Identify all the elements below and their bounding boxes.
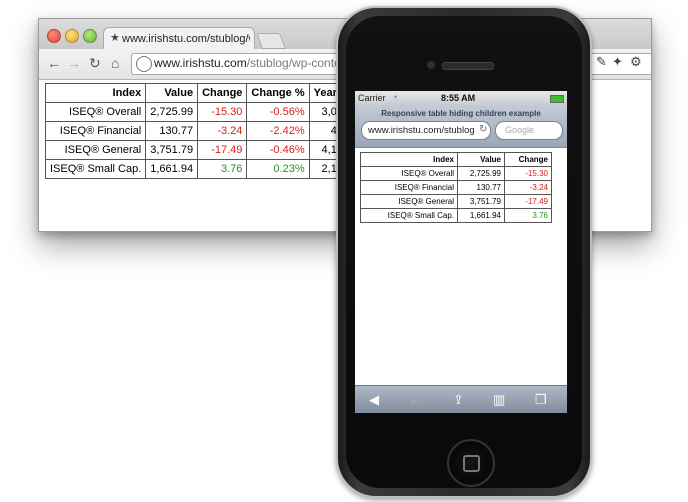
cell-change-pct: -0.56% bbox=[246, 102, 310, 122]
cell-change: -15.30 bbox=[504, 166, 552, 181]
table-row: ISEQ® General 3,751.79 -17.49 -0.46% 4,1… bbox=[44, 140, 386, 160]
extension-icon[interactable]: ✎ bbox=[596, 54, 607, 70]
cell-index: ISEQ® Overall bbox=[360, 166, 458, 181]
col-header-value: Value bbox=[145, 83, 199, 103]
cell-change-pct: -0.46% bbox=[246, 140, 310, 160]
mobile-page-title: Responsive table hiding children example bbox=[381, 109, 541, 118]
cell-value: 1,661.94 bbox=[145, 159, 199, 179]
mobile-search-placeholder: Google bbox=[505, 125, 535, 135]
desktop-index-table: Index Value Change Change % Year High Y … bbox=[44, 83, 386, 179]
table-header-row: Index Value Change Change % Year High Y bbox=[44, 83, 386, 103]
cell-change-pct: -2.42% bbox=[246, 121, 310, 141]
mobile-reload-icon[interactable]: ↻ bbox=[479, 124, 487, 135]
cell-value: 2,725.99 bbox=[145, 102, 199, 122]
cell-index: ISEQ® Small Cap. bbox=[360, 208, 458, 223]
close-window-button[interactable] bbox=[47, 29, 61, 43]
table-row: ISEQ® Overall 2,725.99 -15.30 bbox=[360, 166, 552, 181]
cell-value: 1,661.94 bbox=[457, 208, 505, 223]
cell-index: ISEQ® Overall bbox=[44, 102, 147, 122]
cell-value: 3,751.79 bbox=[145, 140, 199, 160]
table-header-row: Index Value Change bbox=[360, 152, 552, 167]
cell-change: -3.24 bbox=[504, 180, 552, 195]
mobile-safari-toolbar: ◀ ▶ ⇪ ▥ ❐ bbox=[355, 385, 567, 413]
table-row: ISEQ® General 3,751.79 -17.49 bbox=[360, 194, 552, 209]
col-header-change: Change bbox=[504, 152, 552, 167]
cell-change: 3.76 bbox=[197, 159, 248, 179]
cell-change: -17.49 bbox=[504, 194, 552, 209]
table-row: ISEQ® Financial 130.77 -3.24 -2.42% 493.… bbox=[44, 121, 386, 141]
cell-value: 130.77 bbox=[145, 121, 199, 141]
cell-value: 2,725.99 bbox=[457, 166, 505, 181]
col-header-change-pct: Change % bbox=[246, 83, 310, 103]
home-square-icon bbox=[463, 455, 480, 472]
cell-change: -3.24 bbox=[197, 121, 248, 141]
mobile-share-icon[interactable]: ⇪ bbox=[453, 392, 464, 408]
zoom-window-button[interactable] bbox=[83, 29, 97, 43]
cell-index: ISEQ® General bbox=[360, 194, 458, 209]
col-header-index: Index bbox=[360, 152, 458, 167]
front-camera-icon bbox=[427, 61, 435, 69]
col-header-value: Value bbox=[457, 152, 505, 167]
cell-change: 3.76 bbox=[504, 208, 552, 223]
mobile-bookmarks-icon[interactable]: ▥ bbox=[493, 392, 505, 408]
mobile-forward-icon[interactable]: ▶ bbox=[411, 392, 421, 408]
forward-arrow-icon[interactable]: → bbox=[67, 55, 81, 71]
globe-icon bbox=[136, 56, 152, 72]
cell-change: -15.30 bbox=[197, 102, 248, 122]
col-header-change: Change bbox=[197, 83, 248, 103]
cell-value: 130.77 bbox=[457, 180, 505, 195]
mobile-back-icon[interactable]: ◀ bbox=[369, 392, 379, 408]
cell-index: ISEQ® General bbox=[44, 140, 147, 160]
mobile-pages-icon[interactable]: ❐ bbox=[535, 392, 547, 408]
table-row: ISEQ® Small Cap. 1,661.94 3.76 bbox=[360, 208, 552, 223]
mobile-safari-header: Responsive table hiding children example… bbox=[355, 107, 567, 148]
iphone-screen: Carrier ◔ 8:55 AM Responsive table hidin… bbox=[355, 91, 567, 413]
table-row: ISEQ® Overall 2,725.99 -15.30 -0.56% 3,0… bbox=[44, 102, 386, 122]
mobile-address-bar[interactable]: www.irishstu.com/stublog ↻ bbox=[361, 121, 491, 140]
wifi-icon: ◔ bbox=[392, 92, 398, 102]
col-header-index: Index bbox=[44, 83, 147, 103]
wrench-menu-icon[interactable]: ⚙ bbox=[630, 54, 642, 70]
cell-change: -17.49 bbox=[197, 140, 248, 160]
minimize-window-button[interactable] bbox=[65, 29, 79, 43]
cell-value: 3,751.79 bbox=[457, 194, 505, 209]
ios-status-bar: Carrier ◔ 8:55 AM bbox=[355, 91, 567, 107]
favicon-star-icon: ★ bbox=[110, 32, 120, 44]
home-icon[interactable]: ⌂ bbox=[111, 55, 119, 71]
mobile-url: www.irishstu.com/stublog bbox=[368, 125, 475, 136]
new-tab-button[interactable] bbox=[256, 33, 286, 49]
back-arrow-icon[interactable]: ← bbox=[47, 55, 61, 71]
battery-icon bbox=[550, 95, 564, 103]
cell-index: ISEQ® Financial bbox=[44, 121, 147, 141]
address-url: www.irishstu.com/stublog/wp-content bbox=[154, 56, 351, 70]
table-row: ISEQ® Small Cap. 1,661.94 3.76 0.23% 2,1… bbox=[44, 159, 386, 179]
earpiece-speaker bbox=[442, 62, 494, 70]
bookmark-icon[interactable]: ✦ bbox=[612, 54, 623, 70]
browser-tab[interactable]: ★ www.irishstu.com/stublog/w bbox=[103, 27, 255, 50]
cell-index: ISEQ® Small Cap. bbox=[44, 159, 147, 179]
status-time: 8:55 AM bbox=[441, 93, 476, 103]
carrier-label: Carrier bbox=[358, 93, 386, 103]
mobile-search-field[interactable]: Google bbox=[495, 121, 563, 140]
cell-index: ISEQ® Financial bbox=[360, 180, 458, 195]
cell-change-pct: 0.23% bbox=[246, 159, 310, 179]
mobile-index-table: Index Value Change ISEQ® Overall 2,725.9… bbox=[360, 152, 552, 223]
reload-icon[interactable]: ↻ bbox=[89, 55, 101, 72]
table-row: ISEQ® Financial 130.77 -3.24 bbox=[360, 180, 552, 195]
tab-title: www.irishstu.com/stublog/w bbox=[122, 33, 250, 45]
home-button[interactable] bbox=[447, 439, 495, 487]
